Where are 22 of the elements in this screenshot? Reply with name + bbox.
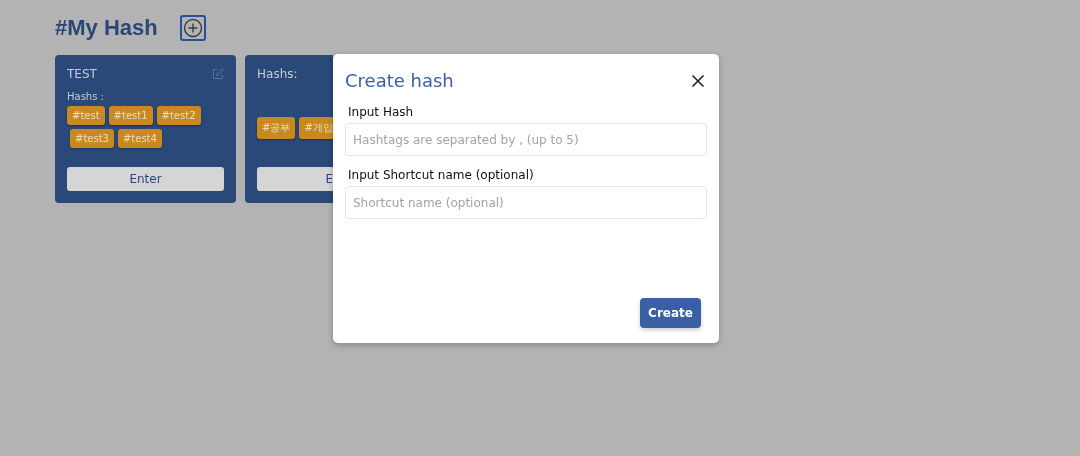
hashtag-chip: #test2 <box>156 106 201 125</box>
hashtag-chip: #게임 <box>299 117 333 139</box>
input-field[interactable]: Hashtags are separated by , (up to 5) <box>345 123 707 156</box>
close-icon[interactable] <box>691 73 705 88</box>
page-title: #My Hash <box>55 14 158 41</box>
create-button[interactable]: Create <box>640 298 701 328</box>
add-button[interactable] <box>179 14 206 41</box>
hashtag-chip: #test4 <box>117 129 162 148</box>
hashs-label: Hashs: <box>257 67 298 81</box>
enter-button[interactable]: Enter <box>67 167 224 191</box>
field-label: Input Shortcut name (optional) <box>348 168 535 182</box>
field-label: Input Hash <box>348 105 415 119</box>
hashtag-chip: #공부 <box>257 117 296 139</box>
dialog-title: Create hash <box>345 70 454 91</box>
plus-circle-icon <box>182 17 203 38</box>
hashtag-chip: #test1 <box>108 106 153 125</box>
hashtag-chip: #test3 <box>70 129 114 148</box>
hashtag-chip: #test <box>67 106 105 125</box>
input-field[interactable]: Shortcut name (optional) <box>345 186 707 219</box>
hashs-label: Hashs : <box>67 91 105 102</box>
card-title: TEST <box>67 67 97 81</box>
enter-button[interactable]: E <box>257 167 333 191</box>
